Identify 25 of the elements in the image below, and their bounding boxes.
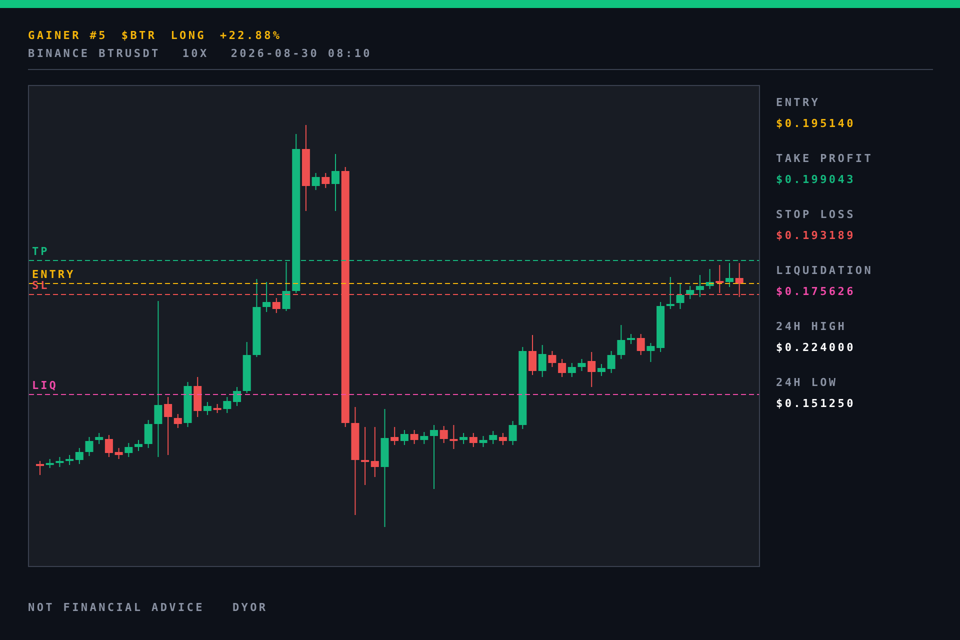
stat-label: TAKE PROFIT	[776, 153, 874, 165]
stat-label: ENTRY	[776, 97, 822, 109]
level-label: LIQ	[32, 379, 58, 392]
stat-label: LIQUIDATION	[776, 265, 874, 277]
stat-value: $0.199043	[776, 174, 856, 186]
headline-text: $BTR	[121, 30, 157, 42]
detail-text: 2026-08-30 08:10	[230, 48, 372, 60]
headline-text: GAINER #5	[28, 30, 108, 42]
level-label: ENTRY	[32, 268, 76, 281]
detail-text: 10X	[182, 48, 209, 60]
stat-value: $0.193189	[776, 230, 856, 242]
stat-label: 24H LOW	[776, 377, 839, 389]
level-label: SL	[32, 279, 50, 292]
stat-value: $0.175626	[776, 286, 856, 298]
headline-text: +22.88%	[220, 30, 282, 42]
stat-value: $0.151250	[776, 398, 856, 410]
stat-label: STOP LOSS	[776, 209, 856, 221]
disclaimer-text: NOT FINANCIAL ADVICE	[28, 602, 204, 614]
headline-text: LONG	[170, 30, 206, 42]
stat-label: 24H HIGH	[776, 321, 848, 333]
detail-text: BINANCE BTRUSDT	[28, 48, 160, 60]
stat-value: $0.224000	[776, 342, 856, 354]
disclaimer-text: DYOR	[232, 602, 268, 614]
stat-value: $0.195140	[776, 118, 856, 130]
level-label: TP	[32, 245, 50, 258]
